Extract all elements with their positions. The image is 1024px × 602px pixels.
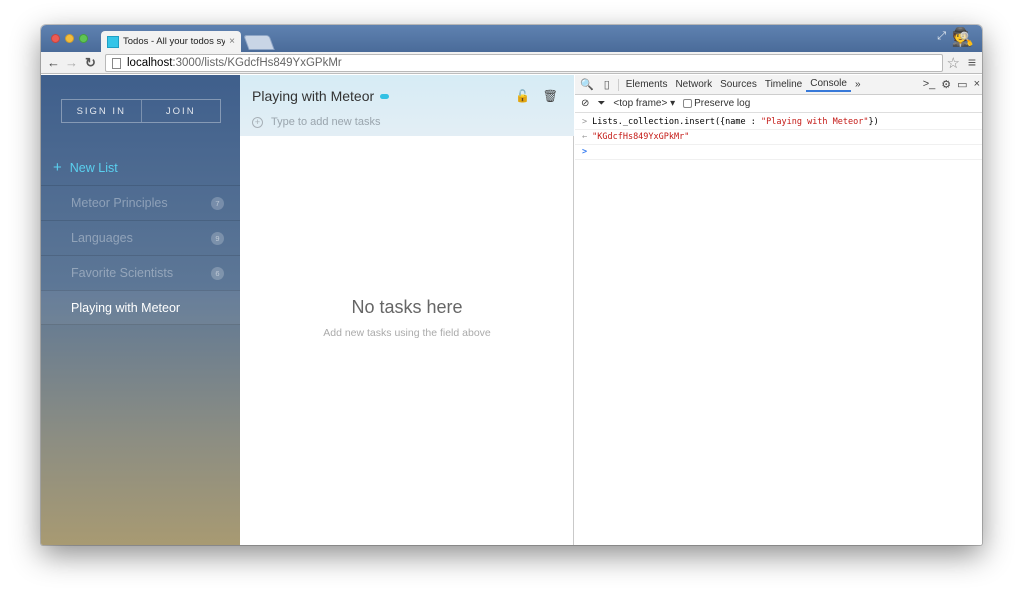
sidebar-item-label: Languages (71, 231, 133, 245)
preserve-log-checkbox[interactable]: Preserve log (683, 98, 750, 109)
address-bar-row: ← → ↻ localhost:3000/lists/KGdcfHs849YxG… (41, 52, 982, 74)
frame-select-value: <top frame> (613, 98, 668, 109)
back-arrow-icon[interactable]: ← (47, 55, 60, 70)
settings-gear-icon[interactable]: ⚙ (941, 78, 951, 91)
close-devtools-icon[interactable]: × (974, 78, 980, 91)
add-task-placeholder: Type to add new tasks (271, 116, 381, 128)
filter-funnel-icon[interactable]: ⏷ (597, 98, 605, 109)
add-circle-icon: + (252, 116, 263, 128)
new-list-label: New List (69, 160, 118, 175)
page-icon (112, 57, 121, 69)
join-button[interactable]: JOIN (140, 100, 221, 122)
edit-indicator-icon (380, 93, 390, 99)
tab-title: Todos - All your todos syn (123, 36, 226, 47)
tab-bar: Todos - All your todos syn × ⤢ 🕵 (41, 25, 982, 52)
list-title[interactable]: Playing with Meteor (252, 88, 390, 104)
console-result-line: ← "KGdcfHs849YxGPkMr" (575, 130, 982, 145)
empty-state-subtitle: Add new tasks using the field above (323, 327, 491, 339)
tab-close-icon[interactable]: × (229, 36, 235, 47)
lock-icon[interactable]: 🔓 (515, 89, 530, 103)
new-tab-button[interactable] (243, 35, 275, 50)
bookmark-star-icon[interactable]: ☆ (947, 54, 960, 72)
count-badge: 9 (211, 231, 224, 245)
devtools-right-controls: >_ ⚙ ▭ × (923, 78, 980, 91)
sidebar-item-languages[interactable]: Languages 9 (41, 220, 240, 255)
close-window-button[interactable] (51, 34, 60, 43)
list-nav: Meteor Principles 7 Languages 9 Favorite… (41, 185, 240, 325)
result-arrow-icon: ← (582, 132, 588, 142)
devtools-toolbar: 🔍 ▯ Elements Network Sources Timeline Co… (575, 75, 982, 95)
zoom-window-button[interactable] (79, 34, 88, 43)
tab-timeline[interactable]: Timeline (761, 79, 806, 90)
console-code-end: }) (868, 117, 879, 127)
preserve-log-label: Preserve log (694, 98, 751, 109)
add-task-input[interactable]: + Type to add new tasks (252, 116, 380, 128)
tab-console[interactable]: Console (806, 78, 851, 92)
tab-sources[interactable]: Sources (716, 79, 761, 90)
sidebar: SIGN IN JOIN + New List Meteor Principle… (41, 75, 240, 545)
plus-icon: + (53, 159, 62, 176)
trash-icon[interactable]: 🗑 (543, 89, 558, 103)
new-list-button[interactable]: + New List (41, 150, 240, 185)
console-drawer-icon[interactable]: >_ (923, 78, 936, 91)
console-string: "Playing with Meteor" (761, 117, 869, 127)
count-badge: 6 (211, 266, 224, 280)
count-badge: 7 (211, 196, 224, 210)
console-filter-bar: ⊘ ⏷ <top frame> ▾ Preserve log (575, 95, 982, 113)
toolbar-divider (617, 78, 619, 91)
more-tabs-button[interactable]: » (851, 79, 865, 90)
list-header: Playing with Meteor 🔓 🗑 + Type to add ne… (240, 75, 574, 136)
incognito-icon: 🕵 (951, 27, 974, 47)
fullscreen-icon[interactable]: ⤢ (937, 30, 946, 43)
list-title-text: Playing with Meteor (252, 88, 375, 104)
hamburger-menu-icon[interactable]: ≡ (968, 54, 976, 70)
sidebar-item-meteor-principles[interactable]: Meteor Principles 7 (41, 185, 240, 220)
reload-icon[interactable]: ↻ (85, 55, 96, 71)
url-host: localhost (127, 57, 173, 69)
empty-state: No tasks here Add new tasks using the fi… (240, 297, 574, 339)
url-input[interactable]: localhost:3000/lists/KGdcfHs849YxGPkMr (105, 54, 943, 72)
inspect-search-icon[interactable]: 🔍 (575, 78, 599, 91)
tab-network[interactable]: Network (671, 79, 716, 90)
list-panel: Playing with Meteor 🔓 🗑 + Type to add ne… (240, 75, 574, 545)
console-code: Lists._collection.insert({name : (592, 117, 762, 127)
sign-in-button[interactable]: SIGN IN (62, 100, 141, 122)
console-output: > Lists._collection.insert({name : "Playi… (575, 115, 982, 160)
empty-state-title: No tasks here (351, 297, 463, 317)
tab-elements[interactable]: Elements (622, 79, 672, 90)
input-chevron-icon: > (582, 117, 588, 127)
devtools-panel: 🔍 ▯ Elements Network Sources Timeline Co… (575, 75, 982, 545)
sidebar-item-label: Playing with Meteor (71, 300, 181, 315)
console-prompt-line[interactable]: > (575, 145, 982, 160)
console-input-line: > Lists._collection.insert({name : "Playi… (575, 115, 982, 130)
minimize-window-button[interactable] (65, 34, 74, 43)
device-mode-icon[interactable]: ▯ (599, 78, 615, 91)
dock-side-icon[interactable]: ▭ (957, 78, 967, 91)
clear-console-icon[interactable]: ⊘ (581, 98, 589, 109)
auth-buttons: SIGN IN JOIN (61, 99, 221, 123)
browser-window: Todos - All your todos syn × ⤢ 🕵 ← → ↻ l… (41, 25, 982, 545)
console-result: "KGdcfHs849YxGPkMr" (592, 132, 690, 142)
sidebar-item-label: Favorite Scientists (71, 266, 174, 280)
sidebar-item-playing-with-meteor[interactable]: Playing with Meteor (41, 290, 240, 325)
url-path: :3000/lists/KGdcfHs849YxGPkMr (172, 57, 342, 69)
forward-arrow-icon[interactable]: → (65, 55, 78, 70)
sidebar-item-favorite-scientists[interactable]: Favorite Scientists 6 (41, 255, 240, 290)
todos-favicon-icon (107, 35, 119, 48)
prompt-chevron-icon: > (582, 147, 588, 157)
checkbox-box (683, 98, 693, 108)
sidebar-item-label: Meteor Principles (71, 196, 168, 210)
frame-select[interactable]: <top frame> ▾ (613, 98, 675, 109)
browser-tab[interactable]: Todos - All your todos syn × (101, 31, 241, 52)
